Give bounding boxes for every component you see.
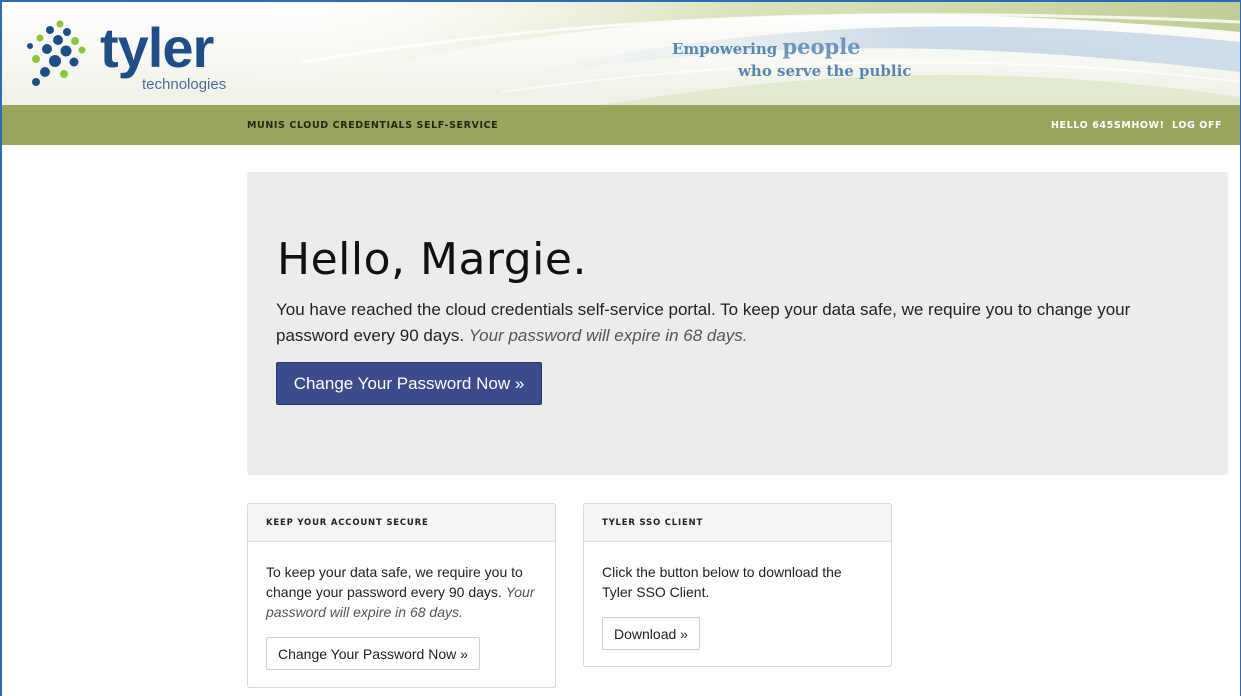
panel-body: To keep your data safe, we require you t… xyxy=(248,542,555,670)
welcome-jumbotron: Hello, Margie. You have reached the clou… xyxy=(247,172,1228,475)
tagline: Empowering people who serve the public xyxy=(672,36,911,82)
panel-text: To keep your data safe, we require you t… xyxy=(266,564,523,600)
download-button[interactable]: Download » xyxy=(602,617,700,650)
tyler-dots-icon xyxy=(27,20,86,86)
welcome-text: You have reached the cloud credentials s… xyxy=(276,297,1206,349)
logo-subtitle: technologies xyxy=(142,76,227,93)
logo-wordmark: tyler xyxy=(100,16,214,79)
header-banner: tyler technologies Empowering people who… xyxy=(2,2,1240,105)
change-password-button[interactable]: Change Your Password Now » xyxy=(276,362,542,405)
top-navbar: MUNIS CLOUD CREDENTIALS SELF-SERVICE HEL… xyxy=(2,105,1240,145)
welcome-heading: Hello, Margie. xyxy=(277,234,587,285)
panel-header: KEEP YOUR ACCOUNT SECURE xyxy=(248,504,555,542)
tagline-line1: Empowering people xyxy=(672,36,911,60)
panel-text: Click the button below to download the T… xyxy=(602,564,842,600)
panel-title: KEEP YOUR ACCOUNT SECURE xyxy=(266,518,429,528)
sso-client-panel: TYLER SSO CLIENT Click the button below … xyxy=(583,503,892,667)
tagline-line2: who serve the public xyxy=(738,62,912,80)
panel-header: TYLER SSO CLIENT xyxy=(584,504,891,542)
password-expiry-note: Your password will expire in 68 days. xyxy=(468,326,748,345)
tyler-logo: tyler technologies xyxy=(20,16,226,96)
panel-change-password-button[interactable]: Change Your Password Now » xyxy=(266,637,480,670)
account-secure-panel: KEEP YOUR ACCOUNT SECURE To keep your da… xyxy=(247,503,556,688)
tagline-prefix: Empowering xyxy=(672,40,783,58)
nav-app-title[interactable]: MUNIS CLOUD CREDENTIALS SELF-SERVICE xyxy=(247,120,498,131)
panel-title: TYLER SSO CLIENT xyxy=(602,518,704,528)
nav-user-greeting[interactable]: HELLO 645SMHOW! xyxy=(1051,120,1165,131)
logoff-link[interactable]: LOG OFF xyxy=(1172,120,1222,131)
panel-body: Click the button below to download the T… xyxy=(584,542,891,650)
tagline-emphasis: people xyxy=(782,34,861,59)
